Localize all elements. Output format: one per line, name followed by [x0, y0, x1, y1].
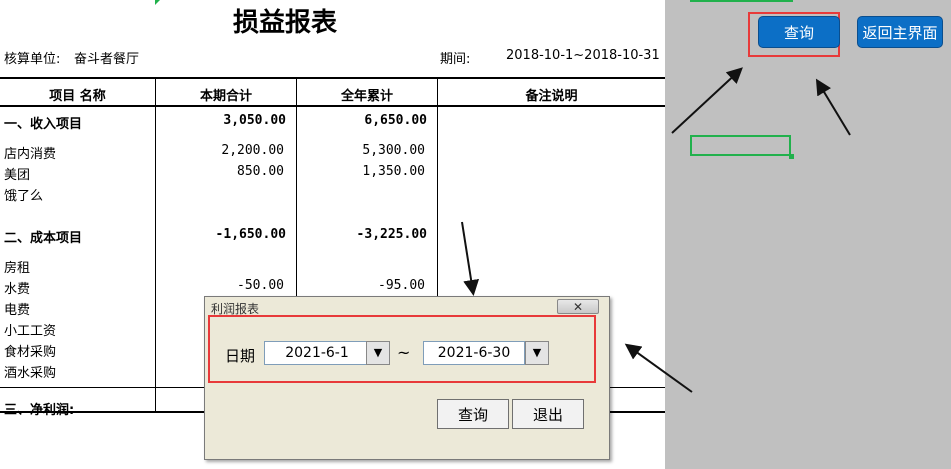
exit-button[interactable]: 退出	[512, 399, 584, 429]
period-value: 2018-10-1~2018-10-31	[506, 48, 660, 63]
row-annual: 1,350.00	[362, 164, 425, 179]
column-header-item: 项目 名称	[49, 89, 106, 104]
row-label: 房租	[4, 261, 31, 276]
row-label: 店内消费	[4, 147, 57, 162]
query-button[interactable]: 查询	[758, 16, 840, 48]
unit-label: 核算单位:	[4, 52, 61, 67]
row-label: 食材采购	[4, 345, 57, 360]
column-header-current: 本期合计	[199, 89, 252, 104]
row-label: 水费	[4, 282, 31, 297]
date-range-separator: ~	[397, 343, 411, 362]
row-current: -1,650.00	[215, 227, 286, 242]
row-current: -50.00	[237, 278, 284, 293]
period-label: 期间:	[440, 52, 471, 67]
chevron-down-icon[interactable]: ▼	[525, 341, 549, 365]
return-home-button[interactable]: 返回主界面	[857, 16, 943, 48]
row-current: 3,050.00	[223, 113, 286, 128]
dialog-query-button[interactable]: 查询	[437, 399, 509, 429]
close-icon[interactable]: ✕	[557, 299, 599, 314]
row-label: 饿了么	[4, 189, 44, 204]
row-label: 美团	[4, 168, 31, 183]
row-label: 二、成本项目	[4, 231, 83, 246]
row-annual: 5,300.00	[362, 143, 425, 158]
selected-cell[interactable]	[690, 135, 791, 156]
unit-value: 奋斗者餐厅	[74, 52, 140, 67]
profit-report-dialog: 利润报表 ✕ 日期 2021-6-1 ▼ ~ 2021-6-30 ▼ 查询 退出	[204, 296, 610, 460]
header-bottom-border	[0, 105, 665, 107]
column-header-annual: 全年累计	[340, 89, 393, 104]
end-date-field[interactable]: 2021-6-30	[423, 341, 525, 365]
chevron-down-icon[interactable]: ▼	[366, 341, 390, 365]
row-annual: -95.00	[378, 278, 425, 293]
row-label: 电费	[4, 303, 31, 318]
row-annual: 6,650.00	[364, 113, 427, 128]
row-label: 小工工资	[4, 324, 57, 339]
row-current: 2,200.00	[221, 143, 284, 158]
date-label: 日期	[225, 347, 256, 365]
side-panel	[665, 0, 951, 469]
row-current: 850.00	[237, 164, 284, 179]
start-date-field[interactable]: 2021-6-1	[264, 341, 370, 365]
column-divider	[155, 78, 156, 413]
table-top-border	[0, 77, 665, 79]
report-title: 损益报表	[232, 8, 337, 38]
column-header-remarks: 备注说明	[525, 89, 578, 104]
selection-edge	[690, 0, 793, 2]
row-label: 一、收入项目	[4, 117, 83, 132]
row-label: 三、净利润:	[4, 403, 75, 418]
dialog-titlebar[interactable]: 利润报表 ✕	[205, 297, 609, 317]
fill-handle[interactable]	[789, 154, 794, 159]
row-label: 酒水采购	[4, 366, 57, 381]
cell-marker	[155, 0, 160, 5]
row-annual: -3,225.00	[356, 227, 427, 242]
